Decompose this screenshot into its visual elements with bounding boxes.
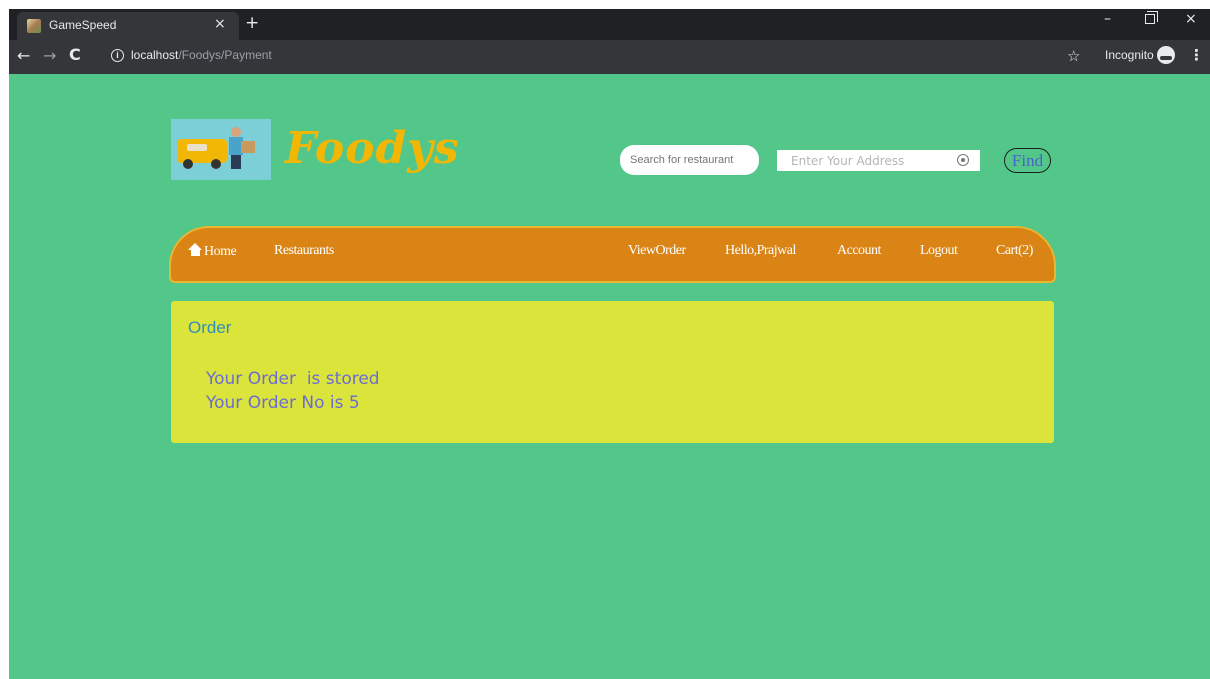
address-bar[interactable]: i localhost/Foodys/Payment ☆ (103, 44, 1105, 69)
browser-menu-icon[interactable]: ⋮ (1189, 46, 1204, 64)
address-input[interactable] (777, 150, 952, 171)
parcel-icon (241, 141, 255, 153)
address-field[interactable] (777, 150, 980, 171)
order-number-message: Your Order No is 5 (206, 393, 360, 413)
tab-close-icon[interactable]: × (214, 16, 226, 32)
order-stored-message: Your Order is stored (206, 369, 380, 389)
window-close-icon[interactable]: × (1185, 11, 1197, 27)
nav-cart[interactable]: Cart(2) (996, 243, 1033, 259)
browser-window: GameSpeed × + – × ← → C i localhost/Food… (9, 9, 1210, 679)
locate-icon[interactable] (957, 154, 969, 166)
main-navbar: Home Restaurants ViewOrder Hello,Prajwal… (169, 226, 1056, 283)
minimize-icon[interactable]: – (1104, 11, 1111, 27)
url-host: localhost (131, 48, 178, 62)
home-icon (188, 243, 203, 256)
tab-title: GameSpeed (49, 18, 116, 32)
order-panel: Order Your Order is stored Your Order No… (171, 301, 1054, 443)
incognito-label: Incognito (1105, 48, 1154, 62)
nav-user-greeting[interactable]: Hello,Prajwal (725, 243, 796, 259)
find-button[interactable]: Find (1004, 148, 1051, 173)
brand-logo-text[interactable]: Foodys (285, 123, 460, 174)
info-icon[interactable]: i (111, 49, 124, 62)
tab-strip: GameSpeed × + – × (9, 9, 1210, 40)
nav-restaurants[interactable]: Restaurants (274, 243, 334, 259)
restaurant-search-input[interactable] (620, 145, 759, 175)
logo-image[interactable] (171, 119, 271, 180)
restore-icon[interactable] (1145, 14, 1155, 24)
bookmark-star-icon[interactable]: ☆ (1067, 47, 1080, 65)
forward-arrow-icon[interactable]: → (43, 46, 56, 65)
url-path: /Foodys/Payment (178, 48, 271, 62)
url-text[interactable]: localhost/Foodys/Payment (131, 48, 272, 62)
van-wheel-icon (211, 159, 221, 169)
van-wheel-icon (183, 159, 193, 169)
new-tab-icon[interactable]: + (245, 13, 259, 33)
nav-logout[interactable]: Logout (920, 243, 957, 259)
nav-view-order[interactable]: ViewOrder (628, 243, 686, 259)
browser-toolbar: ← → C i localhost/Foodys/Payment ☆ Incog… (9, 40, 1210, 74)
nav-home-label: Home (204, 244, 236, 259)
back-arrow-icon[interactable]: ← (17, 46, 30, 65)
reload-icon[interactable]: C (69, 45, 81, 64)
order-heading: Order (188, 318, 231, 338)
incognito-icon (1157, 46, 1175, 64)
browser-tab[interactable]: GameSpeed × (17, 12, 239, 40)
favicon-icon (27, 19, 41, 33)
nav-home[interactable]: Home (188, 243, 236, 260)
nav-account[interactable]: Account (837, 243, 881, 259)
